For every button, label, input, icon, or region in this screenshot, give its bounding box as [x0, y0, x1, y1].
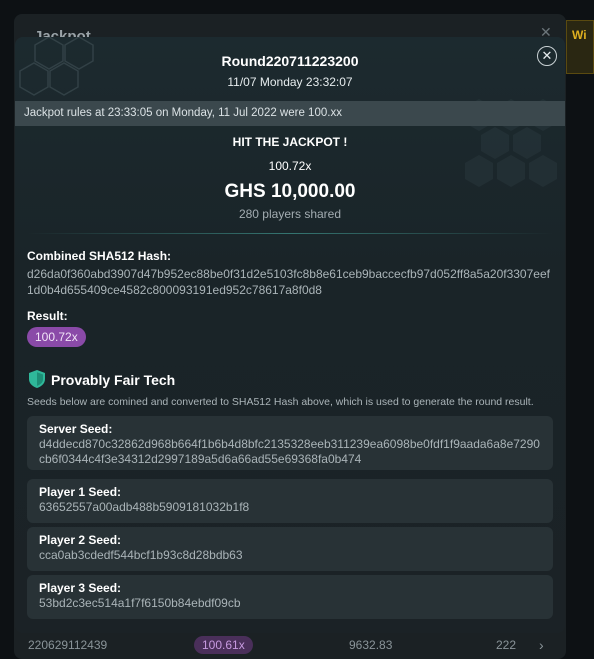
hexagon-decoration [19, 37, 94, 96]
shield-icon [29, 370, 45, 388]
server-seed-card: Server Seed: d4ddecd870c32862d968b664f1b… [27, 416, 553, 470]
hash-label: Combined SHA512 Hash: [27, 249, 172, 263]
hit-jackpot-heading: HIT THE JACKPOT ! [232, 135, 348, 149]
player-1-seed-card: Player 1 Seed: 63652557a00adb488b5909181… [27, 479, 553, 523]
divider [27, 233, 553, 234]
background-table-row[interactable]: 220629112439 100.61x 9632.83 222 › [14, 630, 566, 659]
seed-value: cca0ab3cdedf544bcf1b93c8d28bdb63 [39, 548, 243, 562]
jackpot-rules-bar: Jackpot rules at 23:33:05 on Monday, 11 … [15, 101, 565, 126]
row-multiplier-badge: 100.61x [194, 635, 253, 654]
row-amount: 9632.83 [349, 637, 393, 652]
seed-value: 63652557a00adb488b5909181032b1f8 [39, 500, 250, 514]
close-button[interactable]: ✕ [537, 46, 557, 66]
seed-label: Player 1 Seed: [39, 485, 122, 499]
row-players: 222 [496, 637, 517, 652]
players-shared: 280 players shared [238, 207, 342, 221]
seed-label: Player 2 Seed: [39, 533, 122, 547]
provably-fair-title: Provably Fair Tech [51, 372, 176, 388]
seed-value: 53bd2c3ec514a1f7f6150b84ebdf09cb [39, 596, 241, 610]
hash-value: d26da0f360abd3907d47b952ec88be0f31d2e510… [27, 267, 550, 297]
seed-label: Server Seed: [39, 422, 113, 436]
jackpot-amount: GHS 10,000.00 [224, 181, 356, 202]
player-3-seed-card: Player 3 Seed: 53bd2c3ec514a1f7f6150b84e… [27, 575, 553, 619]
close-icon: ✕ [541, 48, 553, 63]
row-round: 220629112439 [28, 637, 108, 652]
player-2-seed-card: Player 2 Seed: cca0ab3cdedf544bcf1b93c8d… [27, 527, 553, 571]
round-title: Round220711223200 [221, 53, 359, 69]
seed-label: Player 3 Seed: [39, 581, 122, 595]
seed-value: d4ddecd870c32862d968b664f1b6b4d8bfc21353… [39, 437, 540, 466]
result-label: Result: [27, 309, 68, 323]
round-detail-modal: Round220711223200 11/07 Monday 23:32:07 … [15, 37, 565, 633]
round-date: 11/07 Monday 23:32:07 [227, 75, 353, 89]
background-side-banner-text: Wi [572, 28, 587, 42]
row-chevron-icon[interactable]: › [539, 637, 544, 653]
provably-fair-description: Seeds below are comined and converted to… [27, 396, 534, 408]
result-badge: 100.72x [27, 327, 86, 347]
jackpot-multiplier: 100.72x [268, 159, 312, 173]
